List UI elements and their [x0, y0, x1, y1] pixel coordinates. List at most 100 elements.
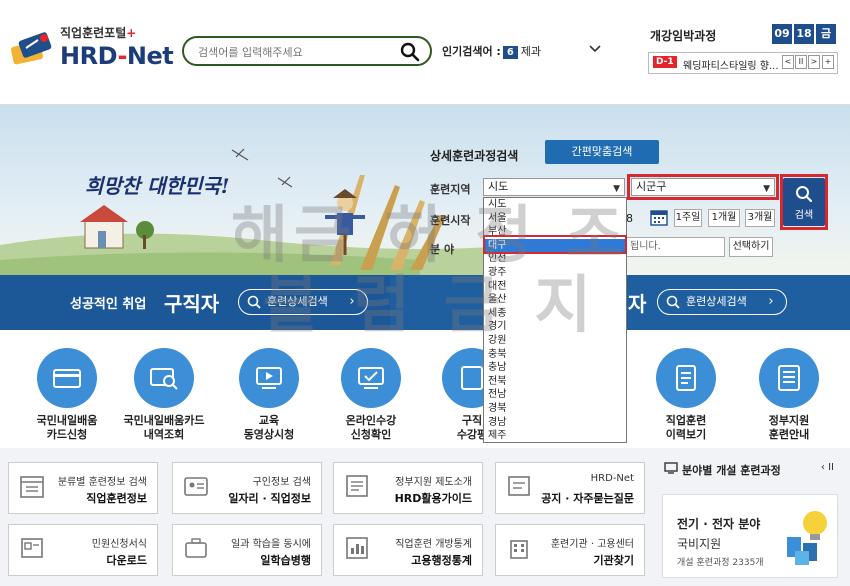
- dropdown-option[interactable]: 광주: [484, 266, 626, 280]
- region-dropdown-list[interactable]: 시도 서울 부산 대구 인천 광주 대전 울산 세종 경기 강원 충북 충남 전…: [483, 197, 627, 443]
- card-subtitle: 일과 학습을 동시에: [231, 539, 311, 550]
- pause-icon[interactable]: II: [828, 462, 834, 473]
- quick-online-check[interactable]: 온라인수강 신청확인: [326, 348, 416, 442]
- district-select-value: 시군구: [636, 180, 667, 193]
- dropdown-option[interactable]: 충북: [484, 348, 626, 362]
- search-icon: [247, 295, 261, 309]
- chevron-down-icon[interactable]: [588, 44, 602, 54]
- one-week-button[interactable]: 1주일: [674, 209, 702, 227]
- building-icon: [510, 540, 528, 559]
- card-form-download[interactable]: 민원신청서식 다운로드: [8, 524, 158, 576]
- dropdown-option[interactable]: 울산: [484, 293, 626, 307]
- field-course-panel: 분야별 개설 훈련과정 ‹ II 전기 · 전자 분야 국비지원 개설 훈련과정…: [660, 456, 842, 584]
- date-day: 18: [794, 24, 814, 44]
- notice-icon: [508, 476, 530, 496]
- card-subtitle: 분류별 훈련정보 검색: [57, 477, 147, 488]
- dropdown-option[interactable]: 경남: [484, 416, 626, 430]
- prev-button[interactable]: <: [782, 55, 794, 69]
- popular-keyword[interactable]: 제과: [521, 45, 541, 58]
- chevron-right-icon: ›: [349, 294, 355, 309]
- quick-label: 국민내일배움 카드신청: [36, 414, 98, 441]
- field-name: 전기 · 전자 분야: [677, 517, 761, 531]
- card-title: 일자리 · 직업정보: [228, 492, 311, 505]
- prev-icon[interactable]: ‹: [821, 462, 825, 473]
- card-search-icon: [134, 348, 194, 408]
- dropdown-option[interactable]: 서울: [484, 212, 626, 226]
- region-label: 훈련지역: [430, 183, 471, 196]
- logo-hrd: HRD: [60, 42, 118, 70]
- chevron-right-icon: ›: [768, 294, 774, 309]
- dropdown-option[interactable]: 인천: [484, 252, 626, 266]
- dropdown-option[interactable]: 시도: [484, 198, 626, 212]
- card-job-info[interactable]: 구인정보 검색 일자리 · 직업정보: [172, 462, 322, 514]
- dday-badge: D-1: [653, 56, 677, 68]
- open-course-title[interactable]: 웨딩파티스타일링 향...: [683, 57, 781, 72]
- card-title: 고용행정통계: [411, 554, 472, 567]
- detail-search-pill-left[interactable]: 훈련상세검색 ›: [238, 289, 368, 315]
- card-subtitle: HRD-Net: [590, 473, 634, 484]
- monitor-icon: [664, 462, 678, 474]
- dropdown-option[interactable]: 경기: [484, 320, 626, 334]
- dropdown-option[interactable]: 충남: [484, 361, 626, 375]
- quick-card-history[interactable]: 국민내일배움카드 내역조회: [119, 348, 209, 442]
- card-notice-faq[interactable]: HRD-Net 공지 · 자주묻는질문: [495, 462, 645, 514]
- card-statistics[interactable]: 직업훈련 개방통계 고용행정통계: [333, 524, 483, 576]
- form-icon: [21, 538, 43, 558]
- card-training-info[interactable]: 분류별 훈련정보 검색 직업훈련정보: [8, 462, 158, 514]
- quick-label: 온라인수강 신청확인: [345, 414, 397, 441]
- one-month-button[interactable]: 1개월: [708, 209, 740, 227]
- card-find-institution[interactable]: 훈련기관 · 고용센터 기관찾기: [495, 524, 645, 576]
- quick-training-history[interactable]: 직업훈련 이력보기: [641, 348, 731, 442]
- search-icon[interactable]: [400, 42, 420, 62]
- monitor-check-icon: [341, 348, 401, 408]
- hrd-logo-icon[interactable]: [10, 30, 56, 66]
- hero-banner: 희망찬 대한민국! 상세훈련과정검색 간편맞춤검색 훈련지역 시도 ▼ 시군구 …: [0, 105, 850, 275]
- video-icon: [239, 348, 299, 408]
- calendar-icon[interactable]: [650, 208, 668, 226]
- dropdown-option[interactable]: 대전: [484, 280, 626, 294]
- quick-video[interactable]: 교육 동영상시청: [224, 348, 314, 442]
- date-fragment: 8: [626, 212, 633, 225]
- dropdown-option[interactable]: 전남: [484, 388, 626, 402]
- card-title: 다운로드: [106, 554, 147, 567]
- detail-search-button[interactable]: 검색: [783, 178, 825, 226]
- card-work-learning[interactable]: 일과 학습을 동시에 일학습병행: [172, 524, 322, 576]
- quick-gov-guide[interactable]: 정부지원 훈련안내: [744, 348, 834, 442]
- next-button[interactable]: >: [808, 55, 820, 69]
- dropdown-option[interactable]: 세종: [484, 307, 626, 321]
- popular-rank: 6: [502, 46, 518, 59]
- district-select[interactable]: 시군구 ▼: [631, 178, 775, 196]
- choose-field-button[interactable]: 선택하기: [729, 237, 773, 257]
- detail-search-pill-right[interactable]: 훈련상세검색 ›: [657, 289, 787, 315]
- highlight-selected-option: [483, 235, 627, 254]
- pause-button[interactable]: II: [795, 55, 807, 69]
- region-select[interactable]: 시도 ▼: [483, 178, 625, 196]
- field-input[interactable]: 됩니다.: [625, 237, 725, 257]
- card-hrd-guide[interactable]: 정부지원 제도소개 HRD활용가이드: [333, 462, 483, 514]
- dropdown-option[interactable]: 강원: [484, 334, 626, 348]
- dropdown-option[interactable]: 전북: [484, 375, 626, 389]
- dropdown-option[interactable]: 경북: [484, 402, 626, 416]
- search-icon: [666, 295, 680, 309]
- logo-title[interactable]: HRD-Net: [60, 42, 174, 70]
- guide-doc-icon: [346, 475, 368, 497]
- banner-title-right: 자: [628, 292, 647, 316]
- popular-keywords[interactable]: 인기검색어 :6 제과: [442, 43, 541, 59]
- quick-search-button[interactable]: 간편맞춤검색: [545, 140, 659, 164]
- quick-card-apply[interactable]: 국민내일배움 카드신청: [22, 348, 112, 442]
- three-month-button[interactable]: 3개월: [745, 209, 775, 227]
- date-month: 09: [772, 24, 792, 44]
- field-course-card[interactable]: 전기 · 전자 분야 국비지원 개설 훈련과정 2335개: [662, 494, 838, 578]
- card-subtitle: 정부지원 제도소개: [395, 477, 472, 488]
- logo-plus: +: [126, 26, 137, 40]
- card-title: 일학습병행: [260, 554, 311, 567]
- course-count: 개설 훈련과정 2335개: [677, 558, 764, 568]
- quick-label: 국민내일배움카드 내역조회: [123, 414, 205, 441]
- card-subtitle: 직업훈련 개방통계: [395, 539, 472, 550]
- panel-nav[interactable]: ‹ II: [821, 462, 834, 473]
- global-search-input[interactable]: [198, 43, 388, 61]
- search-button-label: 검색: [794, 210, 814, 221]
- panel-title: 분야별 개설 훈련과정: [682, 464, 781, 477]
- dropdown-option[interactable]: 제주: [484, 429, 626, 443]
- more-button[interactable]: +: [822, 55, 834, 69]
